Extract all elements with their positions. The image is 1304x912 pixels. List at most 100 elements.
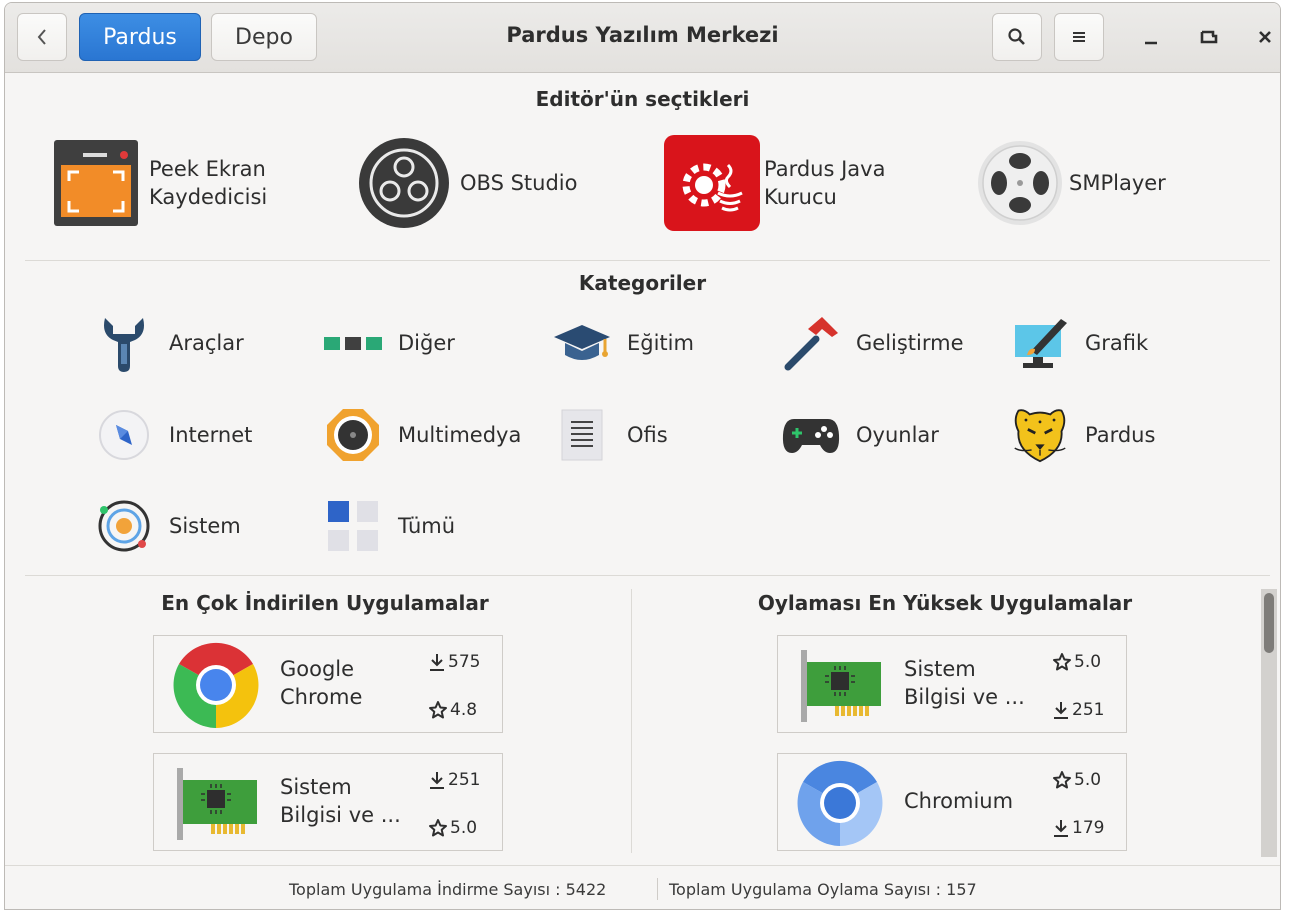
smplayer-icon [978,141,1062,225]
app-window: Pardus Depo Pardus Yazılım Merkezi Editö… [4,2,1281,910]
category-diger[interactable]: Diğer [324,313,455,373]
app-card-sistem-bilgisi[interactable]: Sistem Bilgisi ve ... 251 5.0 [153,753,503,851]
graphics-icon [1015,319,1067,368]
minimize-icon [1145,41,1157,45]
column-divider [631,589,632,853]
system-icon [98,500,150,552]
hamburger-menu-icon [1073,32,1085,42]
back-button[interactable] [17,13,67,61]
scrollbar-thumb[interactable] [1264,593,1274,653]
total-downloads-label: Toplam Uygulama İndirme Sayısı : [289,880,561,899]
category-egitim[interactable]: Eğitim [553,313,694,373]
category-pardus[interactable]: Pardus [1011,405,1155,465]
category-label: Araçlar [169,331,244,355]
chromium-icon [797,760,883,846]
download-value: 179 [1072,818,1105,838]
download-icon [1054,820,1068,837]
category-label: Sistem [169,514,241,538]
editor-pick-label: OBS Studio [460,171,578,195]
all-grid-icon [328,501,378,551]
pardus-java-icon [664,135,760,231]
download-count: 251 [1052,700,1104,720]
app-card-chromium[interactable]: Chromium 5.0 179 [777,753,1127,851]
download-value: 575 [448,652,481,672]
category-label: Geliştirme [856,331,964,355]
app-name: Sistem Bilgisi ve ... [904,657,1025,709]
categories-title: Kategoriler [578,271,707,295]
app-card-sistem-bilgisi-rated[interactable]: Sistem Bilgisi ve ... 5.0 251 [777,635,1127,733]
category-grafik[interactable]: Grafik [1011,313,1148,373]
tab-depo[interactable]: Depo [211,13,317,61]
category-label: Eğitim [627,331,694,355]
editor-pick-obs[interactable]: OBS Studio [358,135,577,231]
gamepad-icon [782,419,840,453]
document-icon [561,409,603,461]
category-internet[interactable]: Internet [95,405,252,465]
minimize-button[interactable] [1131,17,1171,57]
other-icon [324,337,382,350]
most-downloaded-title: En Çok İndirilen Uygulamalar [161,591,489,615]
download-value: 251 [1072,700,1105,720]
restore-icon [1200,30,1218,44]
compass-icon [99,410,149,460]
tab-pardus[interactable]: Pardus [79,13,201,61]
search-icon [1008,28,1025,45]
download-icon [430,654,444,671]
category-gelistirme[interactable]: Geliştirme [782,313,964,373]
status-footer: Toplam Uygulama İndirme Sayısı : 5422 To… [5,865,1280,909]
divider [25,575,1270,576]
category-multimedya[interactable]: Multimedya [324,405,521,465]
editor-pick-pardus-java[interactable]: Pardus Java Kurucu [664,135,885,231]
total-votes-label: Toplam Uygulama Oylama Sayısı : [669,880,942,899]
app-card-google-chrome[interactable]: Google Chrome 575 4.8 [153,635,503,733]
category-label: Internet [169,423,253,447]
editor-pick-peek[interactable]: Peek Ekran Kaydedicisi [53,135,267,231]
rating-value: 4.8 [450,700,478,720]
hammer-icon [784,317,838,371]
chevron-left-icon [37,29,46,45]
multimedia-icon [327,409,379,461]
download-value: 251 [448,770,481,790]
app-name: Sistem Bilgisi ve ... [280,775,401,827]
category-label: Oyunlar [856,423,939,447]
category-araclar[interactable]: Araçlar [95,313,244,373]
star-icon [1053,771,1071,789]
editor-pick-label: Peek Ekran Kaydedicisi [149,157,268,209]
google-chrome-icon [173,642,259,728]
editor-pick-label: SMPlayer [1069,171,1166,195]
pardus-leopard-icon [1014,409,1066,463]
app-name: Chromium [904,789,1014,813]
rating: 5.0 [1052,770,1101,790]
category-sistem[interactable]: Sistem [95,496,241,556]
search-button[interactable] [992,13,1042,61]
obs-studio-icon [359,138,449,228]
hardware-card-icon [801,650,881,722]
category-oyunlar[interactable]: Oyunlar [782,405,939,465]
category-label: Pardus [1085,423,1156,447]
category-label: Ofis [627,423,668,447]
divider [25,260,1270,261]
category-label: Tümü [398,514,456,538]
rating-value: 5.0 [1074,770,1102,790]
rating: 5.0 [428,818,477,838]
download-count: 251 [428,770,480,790]
header-bar: Pardus Depo Pardus Yazılım Merkezi [5,3,1280,73]
total-downloads-value: 5422 [565,880,607,899]
rating: 4.8 [428,700,477,720]
close-icon [1259,31,1271,43]
editor-pick-label: Pardus Java Kurucu [764,157,886,209]
download-count: 575 [428,652,480,672]
category-label: Grafik [1085,331,1149,355]
footer-divider [657,878,658,900]
download-icon [1054,702,1068,719]
editor-pick-smplayer[interactable]: SMPlayer [977,135,1166,231]
total-votes: Toplam Uygulama Oylama Sayısı : 157 [669,880,977,899]
category-tumu[interactable]: Tümü [324,496,455,556]
close-button[interactable] [1245,17,1280,57]
peek-icon [54,140,138,226]
top-rated-title: Oylaması En Yüksek Uygulamalar [757,591,1133,615]
maximize-button[interactable] [1189,17,1229,57]
menu-button[interactable] [1054,13,1104,61]
category-ofis[interactable]: Ofis [553,405,668,465]
total-downloads: Toplam Uygulama İndirme Sayısı : 5422 [289,880,606,899]
